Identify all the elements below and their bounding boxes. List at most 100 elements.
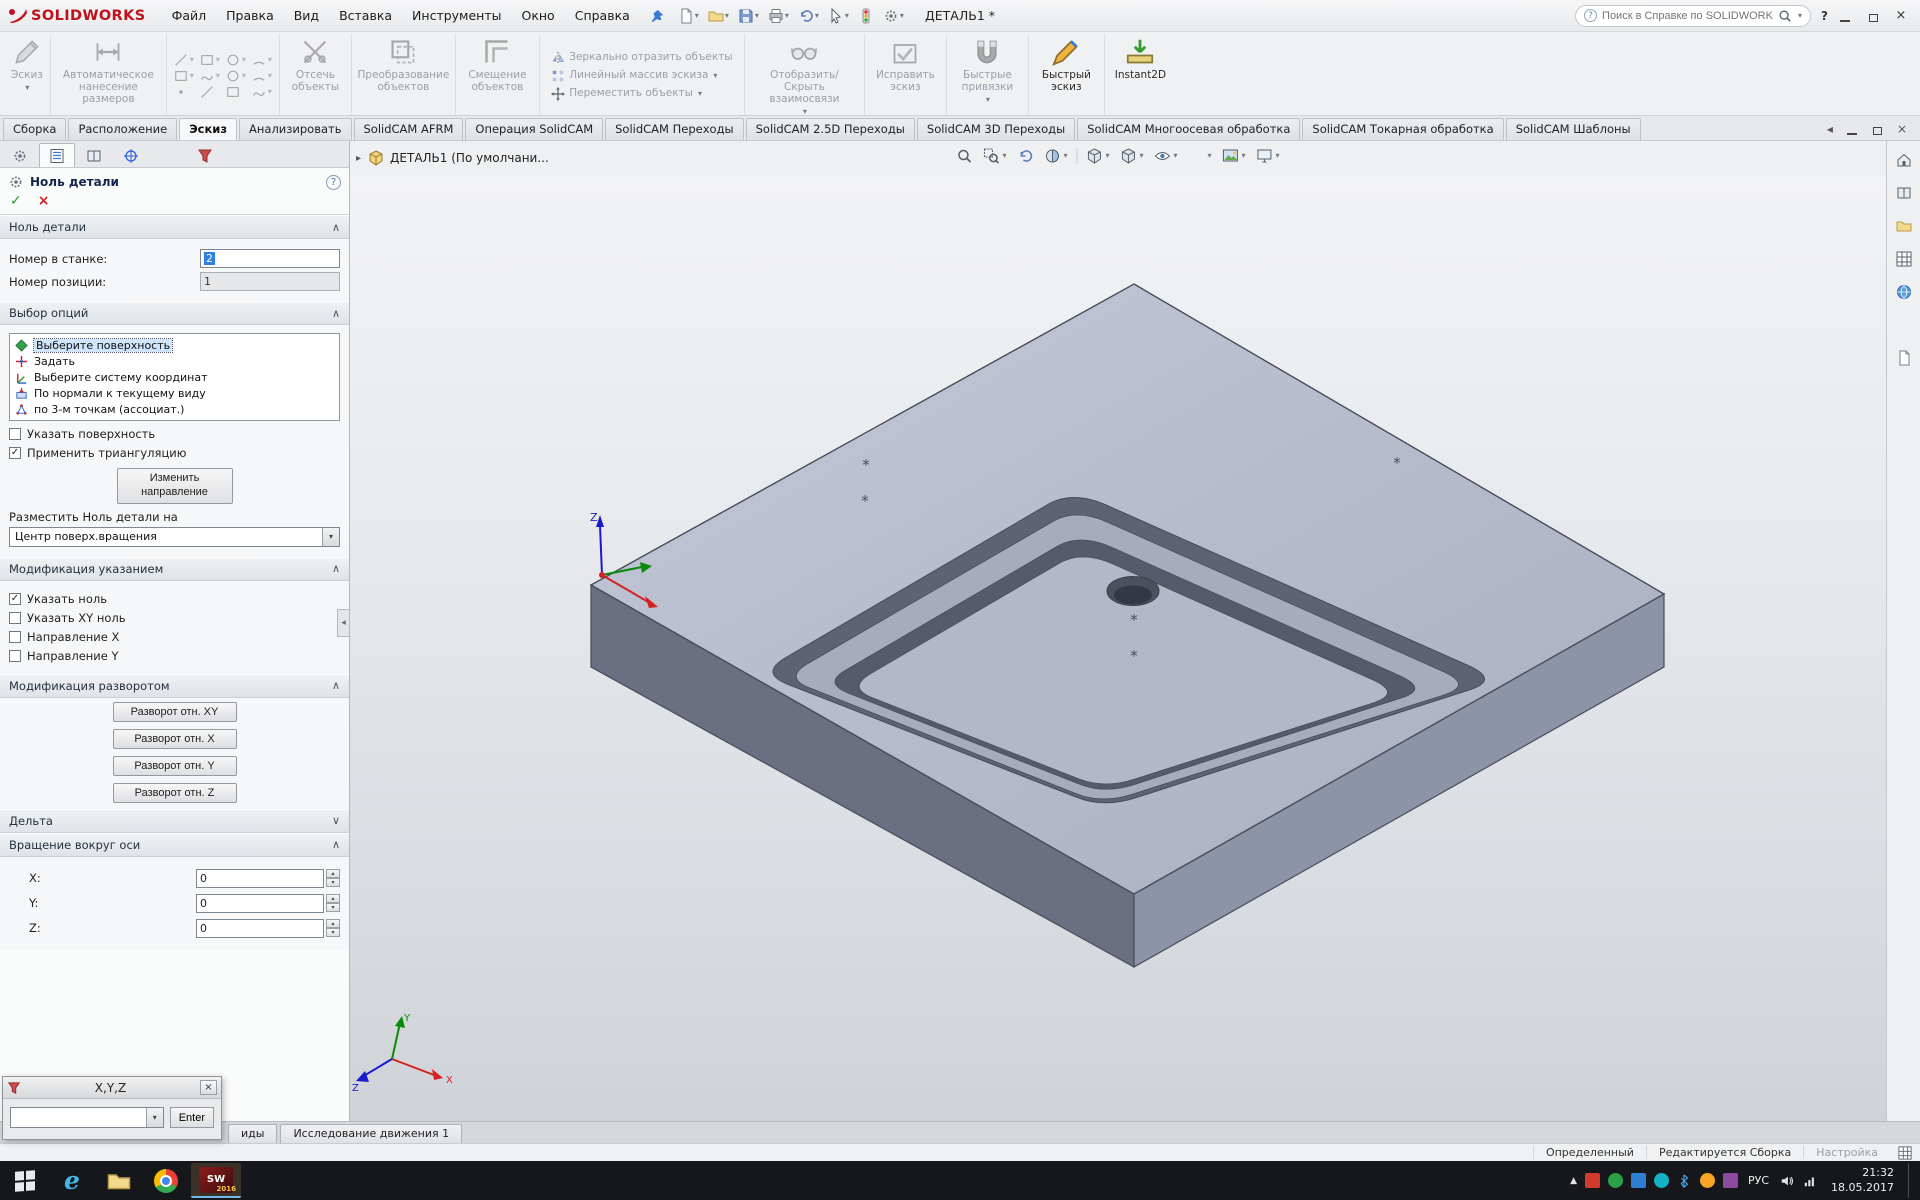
ribbon-relations-button[interactable]: Отобразить/Скрыть взаимосвязи▾ [744,34,864,115]
line-tool[interactable]: ▾ [174,53,194,67]
rectangle-tool[interactable]: ▾ [200,53,220,67]
custom-properties-icon[interactable] [1893,347,1915,369]
graphics-area[interactable]: * * * * * Z [350,175,1886,1121]
pm-tab-solidcam[interactable] [2,143,38,167]
select-button[interactable]: ▾ [824,5,853,27]
breadcrumb-expand-icon[interactable]: ▸ [356,153,361,164]
ribbon-autodimension-button[interactable]: Автоматическое нанесение размеров [50,34,166,115]
status-grid-icon[interactable] [1890,1146,1920,1160]
checkbox-direction-y[interactable]: Направление Y [9,649,340,663]
checkbox-apply-triangulation[interactable]: Применить триангуляцию [9,446,340,460]
option-normal-to-view[interactable]: По нормали к текущему виду [12,385,337,401]
doc-close-button[interactable]: × [1897,122,1907,136]
rebuild-button[interactable] [854,5,878,27]
spin-up-icon[interactable]: ▴ [326,919,340,928]
tray-expand-icon[interactable]: ▲ [1570,1176,1577,1186]
dock-left-icon[interactable]: ◂ [1827,122,1833,136]
ribbon-convert-button[interactable]: Преобразование объектов [351,34,455,115]
show-desktop-button[interactable] [1908,1163,1913,1198]
xyz-coordinate-combobox[interactable]: ▾ [10,1107,164,1128]
pm-tab-dimxpert[interactable] [113,143,149,167]
axis-z-input[interactable]: 0 [196,919,324,938]
open-document-button[interactable]: ▾ [704,5,733,27]
tray-icon-red[interactable] [1585,1173,1600,1188]
slot-tool[interactable]: ▾ [252,85,272,99]
tab-solidcam-templates[interactable]: SolidCAM Шаблоны [1506,118,1641,140]
zoom-fit-button[interactable] [954,146,974,166]
close-button[interactable]: × [1894,10,1908,22]
pm-cancel-button[interactable]: × [38,194,50,208]
xyz-enter-button[interactable]: Enter [170,1107,214,1128]
ribbon-rapid-sketch-button[interactable]: Быстрый эскиз [1028,34,1104,115]
search-scope-caret[interactable]: ▾ [1798,12,1802,20]
ribbon-repair-button[interactable]: Исправить эскиз [864,34,946,115]
doc-minimize-button[interactable] [1845,123,1859,135]
section-header-axis-rotation[interactable]: Вращение вокруг оси ∧ [0,833,349,857]
minimize-button[interactable] [1838,10,1852,22]
dropdown-caret-icon[interactable]: ▾ [322,528,339,546]
chrome-icon[interactable] [144,1163,188,1198]
point-tool[interactable] [174,85,194,99]
option-select-surface[interactable]: Выберите поверхность [12,337,337,353]
pm-tab-properties[interactable] [39,143,75,167]
menu-tools[interactable]: Инструменты [402,4,511,27]
pm-tab-filter[interactable] [187,143,223,167]
xyz-dropdown-caret-icon[interactable]: ▾ [146,1108,163,1127]
tab-solidcam-turning[interactable]: SolidCAM Токарная обработка [1302,118,1503,140]
search-icon[interactable] [1778,9,1792,23]
tab-sketch[interactable]: Эскиз [179,118,237,140]
section-header-options[interactable]: Выбор опций ∧ [0,301,349,325]
tab-evaluate[interactable]: Анализировать [239,118,351,140]
edit-appearance-button[interactable]: ▾ [1187,146,1214,166]
checkbox-point-xy-zero[interactable]: Указать XY ноль [9,611,340,625]
volume-icon[interactable] [1779,1173,1794,1188]
pm-help-button[interactable]: ? [326,175,341,190]
machine-number-input[interactable]: 2 [200,249,340,268]
design-library-icon[interactable] [1893,182,1915,204]
tray-icon-teal[interactable] [1654,1173,1669,1188]
views-tab[interactable]: иды [228,1124,277,1143]
fillet-tool[interactable]: ▾ [252,69,272,83]
3d-content-icon[interactable] [1893,281,1915,303]
network-icon[interactable] [1802,1173,1817,1188]
menu-window[interactable]: Окно [512,4,565,27]
ribbon-snaps-button[interactable]: Быстрые привязки▾ [946,34,1028,115]
tab-solidcam-transitions[interactable]: SolidCAM Переходы [605,118,743,140]
menu-edit[interactable]: Правка [216,4,284,27]
checkbox-specify-surface[interactable]: Указать поверхность [9,427,340,441]
polygon-tool[interactable]: ▾ [174,69,194,83]
print-button[interactable]: ▾ [764,5,793,27]
solidworks-taskbar-button[interactable]: SW 2016 [191,1163,241,1198]
spin-up-icon[interactable]: ▴ [326,894,340,903]
option-three-points[interactable]: по 3-м точкам (ассоциат.) [12,401,337,417]
tray-icon-orange[interactable] [1700,1173,1715,1188]
help-search-box[interactable]: ? ▾ [1575,5,1811,27]
toolbox-icon[interactable] [1893,248,1915,270]
mirror-entities-button[interactable]: Зеркально отразить объекты [551,51,732,65]
options-button[interactable]: ▾ [879,5,908,27]
bluetooth-icon[interactable] [1677,1173,1692,1188]
taskbar-clock[interactable]: 21:32 18.05.2017 [1825,1166,1900,1195]
section-header-pointing[interactable]: Модификация указанием ∧ [0,557,349,581]
option-define[interactable]: Задать [12,353,337,369]
xyz-close-button[interactable]: × [200,1080,217,1095]
edge-icon[interactable]: e [50,1163,94,1198]
pm-ok-button[interactable]: ✓ [10,194,22,208]
spin-down-icon[interactable]: ▾ [326,878,340,887]
arc-tool[interactable]: ▾ [252,53,272,67]
previous-view-button[interactable] [1015,146,1035,166]
zoom-area-button[interactable]: ▾ [981,146,1008,166]
section-view-button[interactable]: ▾ [1042,146,1069,166]
text-tool[interactable] [200,85,220,99]
tab-assembly[interactable]: Сборка [3,118,66,140]
rotate-xy-button[interactable]: Разворот отн. XY [113,702,237,722]
doc-restore-button[interactable] [1871,123,1885,135]
tray-icon-blue[interactable] [1631,1173,1646,1188]
motion-study-tab[interactable]: Исследование движения 1 [280,1124,462,1143]
pm-tab-configurations[interactable] [76,143,112,167]
checkbox-point-zero[interactable]: Указать ноль [9,592,340,606]
rotate-x-button[interactable]: Разворот отн. X [113,729,237,749]
plane-tool[interactable] [226,85,246,99]
menu-view[interactable]: Вид [284,4,329,27]
tray-icon-green[interactable] [1608,1173,1623,1188]
